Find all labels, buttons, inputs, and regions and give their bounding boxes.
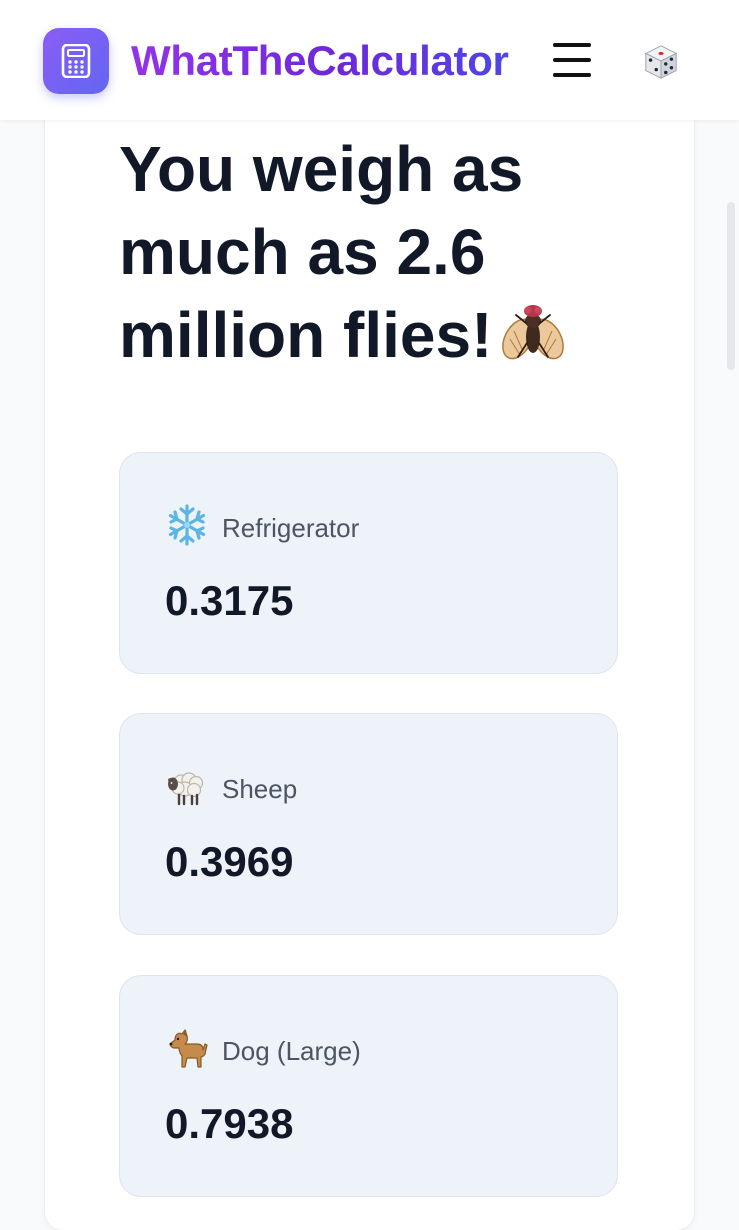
comparison-value: 0.7938 (165, 1100, 294, 1147)
comparison-label: Sheep (222, 774, 298, 804)
comparison-label: Refrigerator (222, 513, 360, 543)
comparison-label: Dog (Large) (222, 1036, 361, 1066)
snowflake-icon (168, 504, 206, 546)
dice-icon[interactable] (642, 43, 680, 81)
fly-icon (502, 305, 565, 360)
hamburger-menu-icon (553, 43, 591, 47)
scrollbar[interactable] (727, 202, 735, 370)
comparison-card-sheep: Sheep 0.3969 (119, 713, 618, 935)
site-header: WhatTheCalculator (0, 0, 739, 120)
calculator-icon (61, 44, 91, 78)
comparison-value: 0.3175 (165, 577, 294, 624)
brand-name[interactable]: WhatTheCalculator (131, 36, 509, 86)
dog-icon (169, 1029, 208, 1068)
comparison-value: 0.3969 (165, 838, 294, 885)
comparison-card-dog: Dog (Large) 0.7938 (119, 975, 618, 1197)
result-headline: You weigh as much as 2.6 million flies! (119, 128, 639, 377)
result-text: You weigh as much as 2.6 million flies! (119, 133, 524, 371)
menu-button[interactable] (553, 43, 591, 77)
sheep-icon (168, 772, 204, 806)
comparison-card-refrigerator: Refrigerator 0.3175 (119, 452, 618, 674)
app-logo[interactable] (43, 28, 109, 94)
